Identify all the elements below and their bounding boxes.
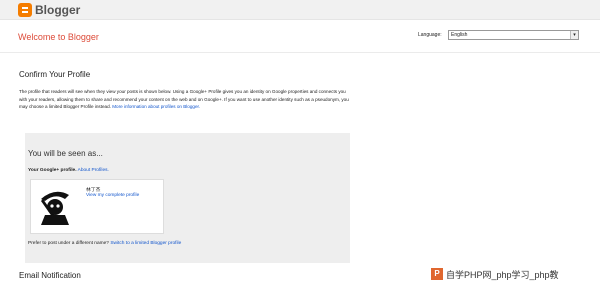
brand-name: Blogger (35, 3, 81, 17)
watermark-text: 自学PHP网_php学习_php教 (446, 269, 559, 280)
view-profile-link[interactable]: View my complete profile (86, 193, 139, 198)
seen-as-heading: You will be seen as... (28, 149, 103, 158)
blogger-logo[interactable]: Blogger (18, 3, 80, 17)
email-notification-heading: Email Notification (19, 271, 81, 280)
language-value: English (451, 32, 468, 38)
profile-card: 林丁杰 View my complete profile (30, 179, 164, 234)
prefer-text: Prefer to post under a different name? (28, 241, 109, 246)
language-select[interactable]: English ▾ (448, 30, 579, 40)
confirm-profile-heading: Confirm Your Profile (19, 70, 91, 79)
switch-profile-link[interactable]: Switch to a limited Blogger profile (110, 241, 181, 246)
about-profiles-link[interactable]: About Profiles. (78, 168, 109, 173)
profile-name: 林丁杰 (86, 188, 101, 193)
header: Welcome to Blogger Language: English ▾ (0, 21, 600, 53)
profile-preview-box: You will be seen as... Your Google+ prof… (25, 133, 350, 263)
google-plus-text: Your Google+ profile. (28, 168, 77, 173)
avatar (35, 185, 75, 227)
blogger-logo-icon (18, 3, 32, 17)
page-title: Welcome to Blogger (18, 32, 99, 42)
watermark-logo-icon: P (431, 268, 443, 280)
profile-description: The profile that readers will see when t… (19, 88, 349, 111)
prefer-different-name: Prefer to post under a different name? S… (28, 241, 181, 246)
more-info-link[interactable]: More information about profiles on Blogg… (112, 104, 200, 109)
top-bar: Blogger (0, 0, 600, 20)
google-plus-label: Your Google+ profile. About Profiles. (28, 168, 109, 173)
chevron-down-icon[interactable]: ▾ (570, 31, 578, 39)
watermark: P 自学PHP网_php学习_php教 (431, 264, 600, 284)
language-label: Language: (418, 32, 442, 38)
